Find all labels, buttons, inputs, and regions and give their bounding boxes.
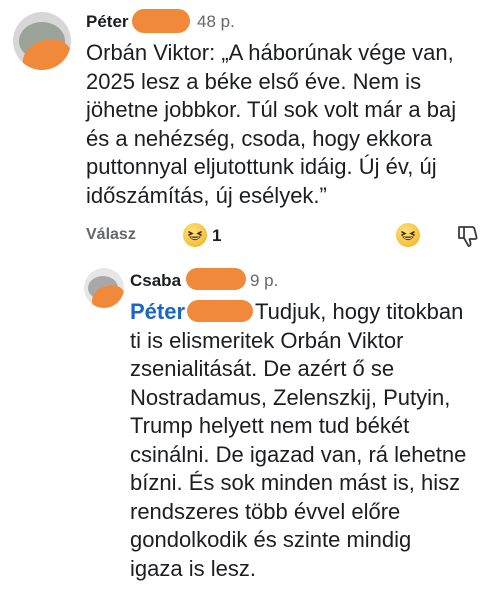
reply-text: Péter Tudjuk, hogy titokban ti is elismer… xyxy=(130,298,466,583)
comment-line: jöhetne jobbkor. Túl sok volt már a baj xyxy=(86,97,457,122)
avatar[interactable] xyxy=(13,12,71,70)
reply-line: Trump helyett nem tud békét xyxy=(130,413,410,438)
reply-first-line: Péter Tudjuk, hogy titokban xyxy=(130,298,466,327)
comment-line: puttonnyal eljutottunk idáig. Új év, új xyxy=(86,154,437,179)
comment-text: Orbán Viktor: „A háborúnak vége van, 202… xyxy=(86,39,456,210)
reply-line: ti is elismeritek Orbán Viktor xyxy=(130,327,404,353)
thumbs-down-icon[interactable] xyxy=(456,223,480,249)
reply-line: gondolkodik és szinte mindig xyxy=(130,527,412,552)
laugh-react-icon[interactable] xyxy=(396,223,420,247)
comment-line: Orbán Viktor: „A háborúnak vége van, xyxy=(86,40,454,65)
reply-line: bízni. És sok minden mást is, hisz xyxy=(130,470,461,495)
redacted-name xyxy=(186,268,246,290)
reply-line: rendszeres több évvel előre xyxy=(130,498,401,524)
redacted-name xyxy=(132,9,190,33)
reply-line: Nostradamus, Zelenszkij, Putyin, xyxy=(130,384,451,410)
mention-link[interactable]: Péter xyxy=(130,299,185,324)
laughing-emoji-icon[interactable] xyxy=(183,223,207,247)
reply-time[interactable]: 9 p. xyxy=(250,271,278,291)
reaction-count[interactable]: 1 xyxy=(212,226,221,246)
reply-line: Tudjuk, hogy titokban xyxy=(255,299,464,324)
reply-line: igaza is lesz. xyxy=(130,555,256,581)
reply-line: csinálni. De igazad van, rá lehetne xyxy=(130,441,467,467)
comment-line: és a nehézség, csoda, hogy ekkora xyxy=(86,125,433,151)
reply-line: zsenialitását. De azért ő se xyxy=(130,356,395,381)
comment-author[interactable]: Péter xyxy=(86,12,129,32)
comment-time[interactable]: 48 p. xyxy=(197,12,235,32)
reply-author[interactable]: Csaba xyxy=(130,271,181,291)
comment-line: időszámítás, új esélyek.” xyxy=(86,182,327,208)
comment-line: 2025 lesz a béke első éve. Nem is xyxy=(86,68,422,94)
redacted-mention xyxy=(187,300,254,322)
avatar[interactable] xyxy=(84,268,124,308)
reply-button[interactable]: Válasz xyxy=(86,226,136,244)
